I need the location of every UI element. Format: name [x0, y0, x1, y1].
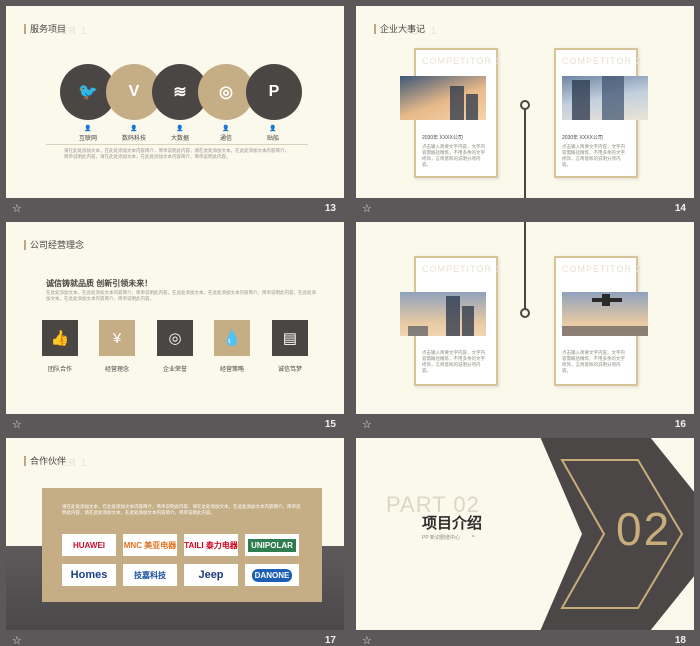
city-photo: [400, 292, 486, 336]
star-icon: ☆: [362, 203, 372, 215]
logo-taili: TAILI 泰力电器: [184, 534, 238, 556]
star-icon: ☆: [12, 203, 22, 215]
skyscraper-photo: [562, 76, 648, 120]
card-title: 2030年 XXXX公司: [422, 135, 463, 141]
card-text: 点击输入简要文字内容，文字内容需概括精炼，不用多余的文字修饰，言简意赅的说明分项…: [562, 350, 625, 373]
slide-number: 13: [324, 203, 336, 214]
slide-footer: ☆ 13: [6, 200, 344, 220]
slide-number: 16: [674, 419, 686, 430]
section-number: 02: [616, 503, 672, 555]
timeline-line: [524, 222, 526, 312]
item-label: 经营理念: [104, 367, 129, 373]
city-photo: [400, 76, 486, 120]
pinterest-icon: P: [246, 64, 302, 120]
service-label: 👤 通信: [206, 125, 246, 142]
slide-footer: ☆ 16: [356, 416, 694, 436]
body-text: 在此处添加文本，在此处添加文本内容简介，简单说明此内容，在此处添加文本，在此处添…: [46, 290, 316, 301]
item-label: 诚信笃梦: [277, 367, 302, 373]
timeline-dot: [520, 308, 530, 318]
service-label: 👤 互联网: [68, 125, 108, 142]
slide-footer: ☆ 15: [6, 416, 344, 436]
service-label: 👤 贴船: [253, 125, 293, 142]
slide-title: 公司经营理念: [24, 240, 84, 250]
slide-13[interactable]: TER 1 服务项目 🐦 V ≋ ◎ P 👤 互联网 👤 数码科技 👤 大数据 👤 通信…: [6, 6, 344, 198]
divider: [46, 144, 308, 145]
card-text: 点击输入简要文字内容，文字内容需概括精炼，不用多余的文字修饰，言简意赅的说明分项…: [422, 144, 485, 167]
slide-title: 合作伙伴: [24, 456, 66, 466]
logo-huawei: HUAWEI: [62, 534, 116, 556]
logo-gigabyte: 技嘉科技: [123, 564, 177, 586]
service-label: 👤 数码科技: [114, 125, 154, 142]
section-title: 项目介绍: [422, 515, 483, 532]
slide-number: 18: [674, 635, 686, 646]
card-title: 2030年 XXXX公司: [562, 135, 603, 141]
slide-footer: ☆ 17: [6, 632, 344, 646]
body-text: 请在此处添加文本，在此处添加文本内容简介，简单说明此内容，请在此处添加文本，在此…: [64, 148, 289, 159]
ghost-competitor: COMPETITOR 1: [422, 264, 502, 274]
service-circles: 🐦 V ≋ ◎ P: [60, 64, 304, 122]
timeline-dot: [520, 100, 530, 110]
slide-16[interactable]: COMPETITOR 1 点击输入简要文字内容，文字内容需概括精炼，不用多余的文…: [356, 222, 694, 414]
yen-coin-icon: ¥: [99, 320, 135, 356]
star-icon: ☆: [362, 419, 372, 431]
ghost-competitor: COMPETITOR 1: [422, 56, 502, 66]
item-label: 经营策略: [219, 367, 244, 373]
body-text: 请在此处添加文本，在此处添加文本内容简介，简单说明此内容，请在此处添加文本，在此…: [62, 504, 301, 515]
slide-14[interactable]: TER 1 企业大事记 COMPETITOR 1 2030年 XXXX公司 点击…: [356, 6, 694, 198]
slide-18[interactable]: PART 02 项目介绍 PP 新识剧增中心 “ 02: [356, 438, 694, 630]
star-icon: ☆: [362, 635, 372, 646]
card-text: 点击输入简要文字内容，文字内容需概括精炼，不用多余的文字修饰，言简意赅的说明分项…: [562, 144, 625, 167]
ghost-competitor: COMPETITOR 2: [562, 56, 642, 66]
quote-mark: “: [472, 534, 475, 543]
star-icon: ☆: [12, 635, 22, 646]
star-icon: ☆: [12, 419, 22, 431]
slide-title: 服务项目: [24, 24, 66, 34]
person-icon: 👤: [222, 126, 230, 132]
slide-title: 企业大事记: [374, 24, 425, 34]
headline: 诚信铸就品质 创新引领未来！: [46, 279, 153, 288]
person-icon: 👤: [130, 126, 138, 132]
slide-number: 17: [324, 635, 336, 646]
document-icon: ▤: [272, 320, 308, 356]
person-icon: 👤: [269, 126, 277, 132]
item-label: 企业荣誉: [162, 367, 187, 373]
partner-box: 请在此处添加文本，在此处添加文本内容简介，简单说明此内容，请在此处添加文本，在此…: [42, 488, 322, 602]
airplane-photo: [562, 292, 648, 336]
drop-icon: 💧: [214, 320, 250, 356]
ghost-competitor: COMPETITOR 2: [562, 264, 642, 274]
logo-jeep: Jeep: [184, 564, 238, 586]
slide-number: 15: [324, 419, 336, 430]
person-icon: 👤: [84, 126, 92, 132]
logo-homes: Homes: [62, 564, 116, 586]
item-label: 团队合作: [47, 367, 72, 373]
slide-17[interactable]: TER 1 合作伙伴 请在此处添加文本，在此处添加文本内容简介，简单说明此内容，…: [6, 438, 344, 630]
logo-unipolar: UNIPOLAR: [245, 534, 299, 556]
slide-number: 14: [674, 203, 686, 214]
logo-danone: DANONE: [245, 564, 299, 586]
section-subtitle: PP 新识剧增中心: [422, 535, 460, 541]
service-label: 👤 大数据: [160, 125, 200, 142]
card-text: 点击输入简要文字内容，文字内容需概括精炼，不用多余的文字修饰，言简意赅的说明分项…: [422, 350, 485, 373]
person-icon: 👤: [176, 126, 184, 132]
slide-15[interactable]: 公司经营理念 诚信铸就品质 创新引领未来！ 在此处添加文本，在此处添加文本内容简…: [6, 222, 344, 414]
slide-footer: ☆ 18: [356, 632, 694, 646]
logo-mnc: MNC 美亚电器: [123, 534, 177, 556]
thumbs-up-icon: 👍: [42, 320, 78, 356]
timeline-line: [524, 106, 526, 198]
target-icon: ◎: [157, 320, 193, 356]
slide-footer: ☆ 14: [356, 200, 694, 220]
